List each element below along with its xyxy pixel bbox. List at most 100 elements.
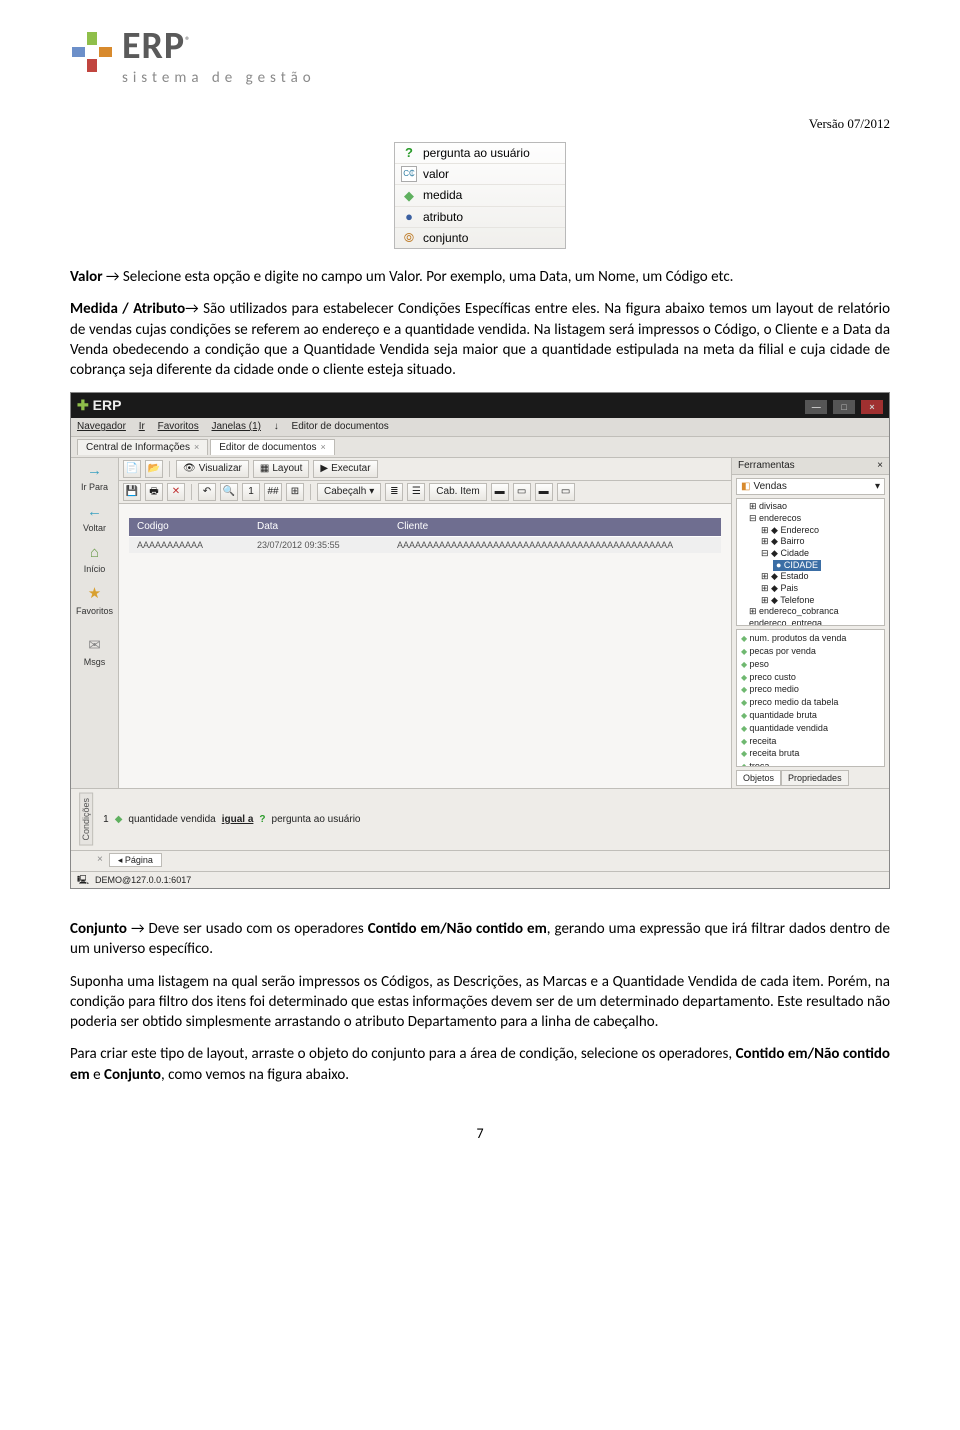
- tab-editor-documentos[interactable]: Editor de documentos×: [210, 439, 335, 456]
- connection-icon: 🖳: [77, 874, 89, 886]
- titlebar: ✚ ERP — □ ×: [71, 393, 889, 418]
- bar3-button[interactable]: ▬: [535, 483, 553, 501]
- app-title: ✚ ERP: [77, 396, 121, 415]
- bar1-button[interactable]: ▬: [491, 483, 509, 501]
- menu-item-medida[interactable]: ◆ medida: [395, 185, 565, 206]
- paragraph-criar-layout: Para criar este tipo de layout, arraste …: [70, 1044, 890, 1085]
- close-button[interactable]: ×: [861, 400, 883, 414]
- paragraph-valor: Valor → Selecione esta opção e digite no…: [70, 267, 890, 287]
- executar-button[interactable]: ▶Executar: [313, 460, 377, 478]
- tree-node[interactable]: ⊞ divisao: [741, 501, 882, 513]
- menu-item-valor[interactable]: C₵ valor: [395, 164, 565, 185]
- cond-val[interactable]: pergunta ao usuário: [272, 813, 361, 827]
- toolbar-format: 💾 🖶 ✕ ↶ 🔍 1 ## ⊞ Cabeçalh ▾ ≣ ☰ Cab. Ite…: [119, 481, 731, 504]
- measure-item[interactable]: receita bruta: [741, 747, 880, 760]
- dimension-tree[interactable]: ⊞ divisao⊟ enderecos⊞ ◆ Endereco⊞ ◆ Bair…: [736, 498, 885, 626]
- menu-ir[interactable]: Ir: [139, 421, 145, 432]
- menu-label: pergunta ao usuário: [423, 145, 530, 161]
- measure-item[interactable]: troca: [741, 760, 880, 767]
- delete-button[interactable]: ✕: [167, 483, 185, 501]
- nav-inicio[interactable]: ⌂ Início: [73, 544, 116, 575]
- nav-irpara[interactable]: → Ir Para: [73, 462, 116, 493]
- tab-pagina[interactable]: ◂ Página: [109, 853, 162, 867]
- question-icon: ?: [401, 145, 417, 161]
- measure-item[interactable]: num. produtos da venda: [741, 632, 880, 645]
- menu-favoritos[interactable]: Favoritos: [158, 421, 199, 432]
- col-data: Data: [249, 518, 389, 536]
- layout-button[interactable]: ▦Layout: [253, 460, 309, 478]
- menu-janelas[interactable]: Janelas (1): [212, 421, 261, 432]
- menu-item-conjunto[interactable]: ⦾ conjunto: [395, 228, 565, 248]
- menu-item-pergunta[interactable]: ? pergunta ao usuário: [395, 143, 565, 164]
- measure-item[interactable]: preco custo: [741, 671, 880, 684]
- hash-button[interactable]: ##: [264, 483, 282, 501]
- measure-item[interactable]: quantidade vendida: [741, 722, 880, 735]
- open-button[interactable]: 📂: [145, 460, 163, 478]
- bar4-button[interactable]: ▭: [557, 483, 575, 501]
- col-cliente: Cliente: [389, 518, 721, 536]
- tree-node[interactable]: ⊞ endereco_cobranca: [741, 606, 882, 618]
- menu-navegador[interactable]: Navegador: [77, 421, 126, 432]
- cond-op[interactable]: igual a: [222, 814, 254, 825]
- medida-icon: ◆: [115, 813, 123, 827]
- measure-item[interactable]: pecas por venda: [741, 645, 880, 658]
- home-icon: ⌂: [85, 544, 105, 562]
- close-icon[interactable]: ×: [97, 853, 103, 867]
- minimize-button[interactable]: —: [805, 400, 827, 414]
- tree-node[interactable]: ⊟ enderecos: [741, 513, 882, 525]
- print-button[interactable]: 🖶: [145, 483, 163, 501]
- tab-propriedades[interactable]: Propriedades: [781, 770, 849, 786]
- save-button[interactable]: 💾: [123, 483, 141, 501]
- report-canvas[interactable]: Codigo Data Cliente AAAAAAAAAAA 23/07/20…: [119, 504, 731, 788]
- nav-msgs[interactable]: ✉ Msgs: [73, 637, 116, 668]
- question-icon: ?: [259, 813, 265, 827]
- cube-dropdown[interactable]: ◧Vendas ▾: [736, 478, 885, 496]
- tab-central-informacoes[interactable]: Central de Informações×: [77, 439, 208, 456]
- atributo-icon: ●: [401, 209, 417, 225]
- measure-item[interactable]: quantidade bruta: [741, 709, 880, 722]
- num-button[interactable]: 1: [242, 483, 260, 501]
- measure-item[interactable]: preco medio: [741, 683, 880, 696]
- condition-side-label[interactable]: Condições: [79, 793, 93, 846]
- tree-node[interactable]: endereco_entrega: [741, 618, 882, 626]
- menubar: Navegador Ir Favoritos Janelas (1) ↓ Edi…: [71, 418, 889, 437]
- cond-attr[interactable]: quantidade vendida: [128, 813, 215, 827]
- tree-node[interactable]: ● CIDADE: [741, 560, 882, 572]
- menu-item-atributo[interactable]: ● atributo: [395, 207, 565, 228]
- logo: ERP ® sistema de gestão: [70, 30, 890, 89]
- close-icon[interactable]: ×: [877, 459, 883, 473]
- measure-item[interactable]: preco medio da tabela: [741, 696, 880, 709]
- measures-list[interactable]: num. produtos da vendapecas por vendapes…: [736, 629, 885, 767]
- measure-item[interactable]: receita: [741, 735, 880, 748]
- zoom-button[interactable]: 🔍: [220, 483, 238, 501]
- visualizar-button[interactable]: 👁Visualizar: [176, 460, 249, 478]
- maximize-button[interactable]: □: [833, 400, 855, 414]
- undo-button[interactable]: ↶: [198, 483, 216, 501]
- tree-node[interactable]: ⊞ ◆ Telefone: [741, 595, 882, 607]
- nav-voltar[interactable]: ← Voltar: [73, 503, 116, 534]
- col-codigo: Codigo: [129, 518, 249, 536]
- right-panel-tabs: Objetos Propriedades: [736, 770, 885, 786]
- paragraph-medida-atributo: Medida / Atributo→ São utilizados para e…: [70, 299, 890, 380]
- group-button[interactable]: ⊞: [286, 483, 304, 501]
- nav-favoritos[interactable]: ★ Favoritos: [73, 586, 116, 617]
- tree-node[interactable]: ⊞ ◆ Estado: [741, 571, 882, 583]
- tools-panel-header: Ferramentas ×: [732, 458, 889, 475]
- left-nav: → Ir Para ← Voltar ⌂ Início ★ Favoritos …: [71, 458, 119, 788]
- cabecalho-dropdown[interactable]: Cabeçalh ▾: [317, 483, 381, 501]
- tree-node[interactable]: ⊞ ◆ Endereco: [741, 525, 882, 537]
- cabitem-button[interactable]: Cab. Item: [429, 483, 486, 501]
- tree-node[interactable]: ⊟ ◆ Cidade: [741, 548, 882, 560]
- logo-subtitle: sistema de gestão: [122, 68, 316, 88]
- new-button[interactable]: 📄: [123, 460, 141, 478]
- measure-item[interactable]: peso: [741, 658, 880, 671]
- close-icon[interactable]: ×: [194, 441, 199, 453]
- tab-objetos[interactable]: Objetos: [736, 770, 781, 786]
- bar2-button[interactable]: ▭: [513, 483, 531, 501]
- star-icon: ★: [85, 586, 105, 604]
- tree-node[interactable]: ⊞ ◆ Bairro: [741, 536, 882, 548]
- tree-node[interactable]: ⊞ ◆ Pais: [741, 583, 882, 595]
- close-icon[interactable]: ×: [321, 441, 326, 453]
- align-button[interactable]: ≣: [385, 483, 403, 501]
- align2-button[interactable]: ☰: [407, 483, 425, 501]
